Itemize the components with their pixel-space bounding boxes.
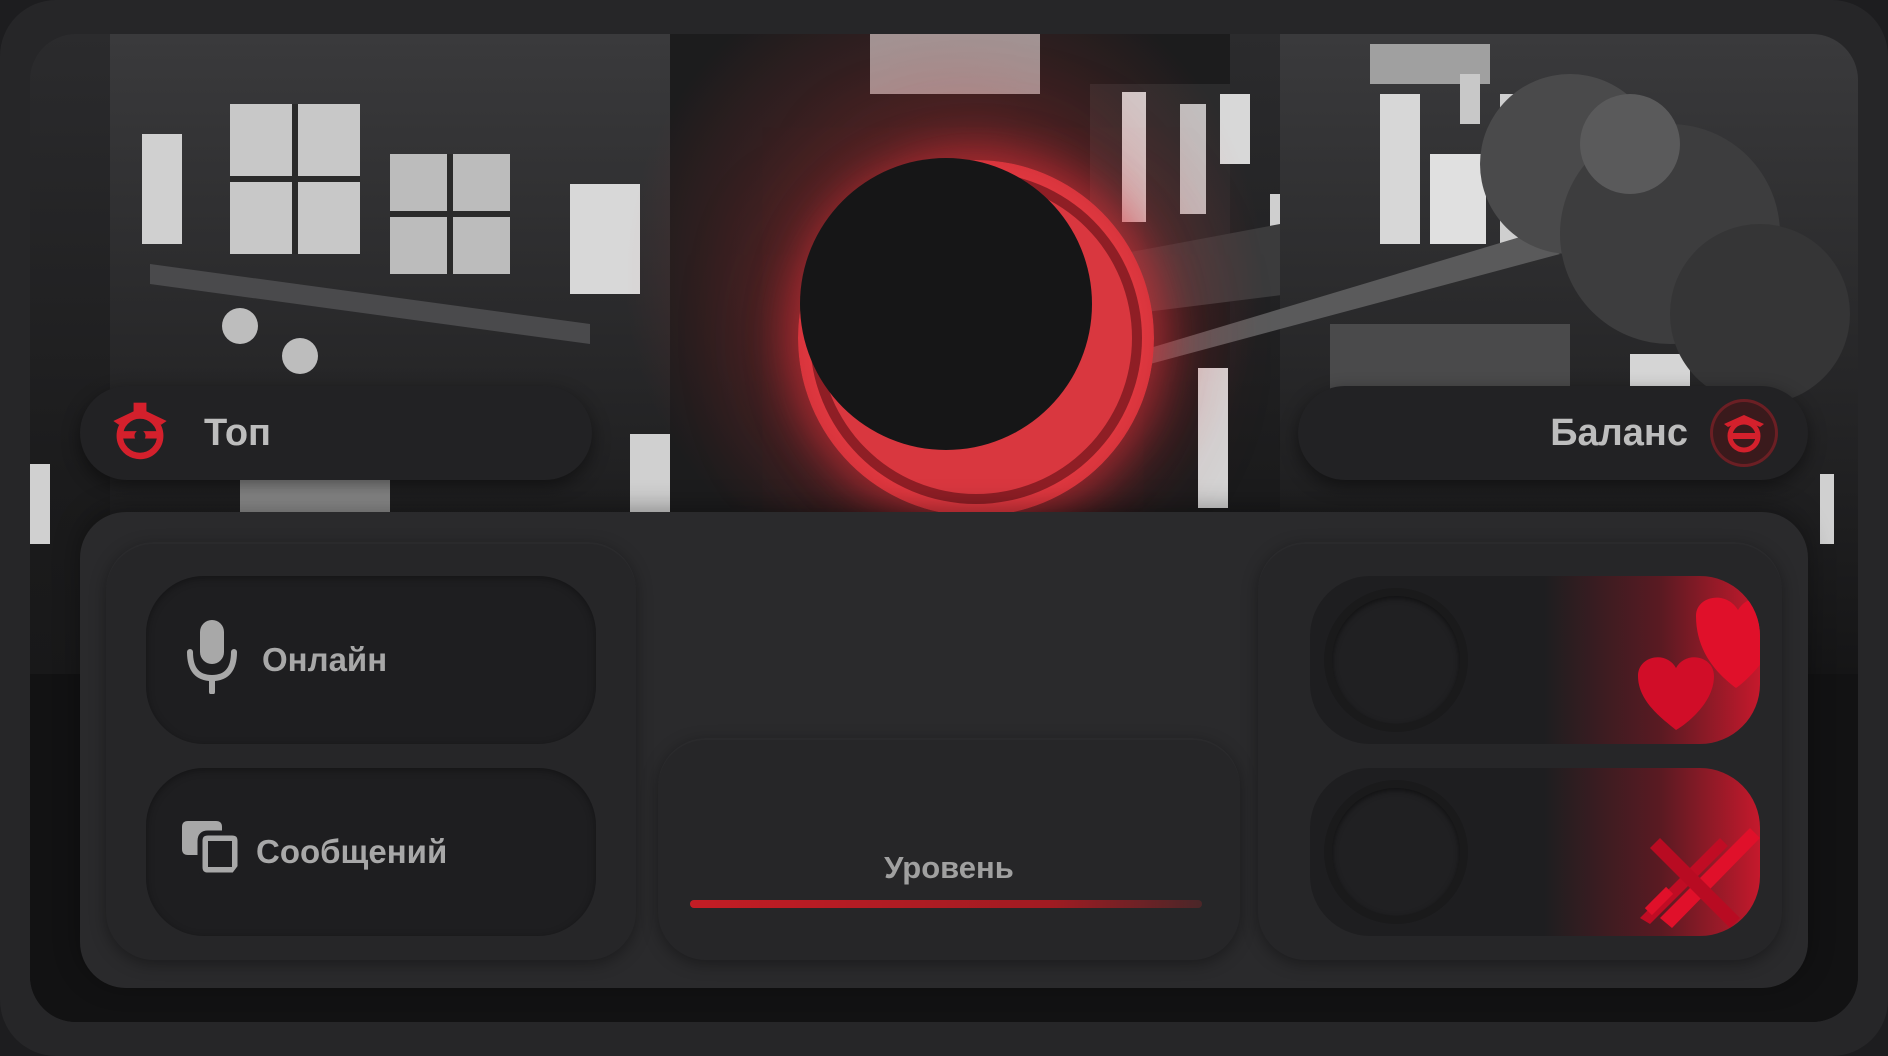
level-progress-fill [690, 900, 1202, 908]
balance-label: Баланс [1550, 411, 1688, 454]
weapons-toggle[interactable] [1310, 768, 1760, 936]
clan-emblem-icon [106, 399, 174, 467]
top-label: Топ [204, 411, 271, 454]
online-stat[interactable]: Онлайн [146, 576, 596, 744]
toggle-knob [1332, 596, 1460, 724]
hearts-icon [1600, 576, 1760, 744]
clan-emblem-icon [1710, 399, 1778, 467]
toggle-knob [1332, 788, 1460, 916]
messages-label: Сообщений [256, 833, 448, 870]
activity-block: Онлайн Сообщений [106, 542, 636, 960]
level-block: Уровень [658, 738, 1240, 960]
microphone-icon [184, 618, 240, 702]
chat-bubbles-icon [178, 819, 243, 885]
top-button[interactable]: Топ [80, 386, 592, 480]
level-label: Уровень [884, 850, 1014, 885]
features-block [1258, 542, 1782, 960]
balance-button[interactable]: Баланс [1298, 386, 1808, 480]
messages-stat[interactable]: Сообщений [146, 768, 596, 936]
stats-panel: Онлайн Сообщений Уровень [80, 512, 1808, 988]
card-frame: Топ Баланс Онлайн Сообщений Уровень [0, 0, 1888, 1056]
online-label: Онлайн [262, 641, 388, 678]
level-progress-bar [690, 900, 1202, 908]
avatar[interactable] [800, 158, 1092, 450]
crossed-swords-icon [1600, 768, 1760, 936]
likes-toggle[interactable] [1310, 576, 1760, 744]
